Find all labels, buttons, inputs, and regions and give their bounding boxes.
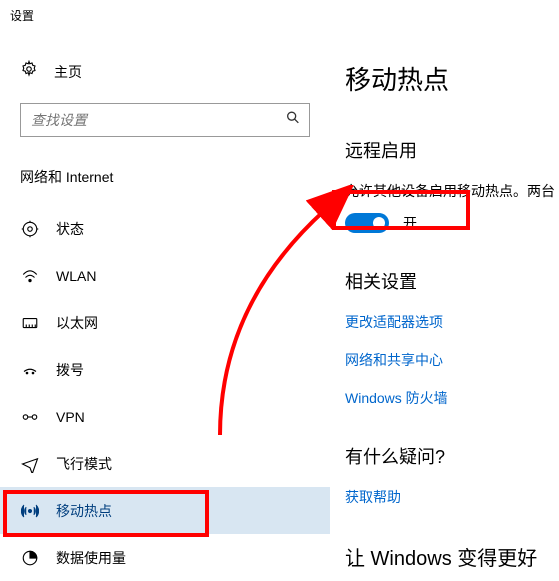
- nav-wlan[interactable]: WLAN: [0, 252, 330, 299]
- nav-label: 拨号: [56, 360, 84, 380]
- search-input[interactable]: [21, 104, 275, 136]
- sidebar: 主页 网络和 Internet 状态: [0, 30, 330, 561]
- hotspot-icon: [20, 502, 40, 520]
- remote-enable-header: 远程启用: [345, 137, 559, 163]
- nav-label: 以太网: [56, 313, 98, 333]
- status-icon: [20, 220, 40, 238]
- content-pane: 移动热点 远程启用 允许其他设备启用移动热点。两台 开 相关设置 更改适配器选项…: [330, 30, 559, 561]
- dialup-icon: [20, 361, 40, 379]
- nav-data-usage[interactable]: 数据使用量: [0, 534, 330, 581]
- home-button[interactable]: 主页: [0, 50, 330, 103]
- remote-enable-toggle[interactable]: [345, 213, 389, 233]
- nav-label: VPN: [56, 409, 85, 425]
- window-title: 设置: [10, 7, 34, 24]
- toggle-knob: [373, 217, 385, 229]
- page-title: 移动热点: [345, 60, 559, 97]
- nav-label: 数据使用量: [56, 548, 126, 568]
- nav-label: WLAN: [56, 268, 96, 284]
- nav-dialup[interactable]: 拨号: [0, 346, 330, 393]
- home-label: 主页: [54, 62, 82, 82]
- nav-label: 飞行模式: [56, 454, 112, 474]
- nav-status[interactable]: 状态: [0, 205, 330, 252]
- link-get-help[interactable]: 获取帮助: [345, 487, 559, 507]
- ethernet-icon: [20, 314, 40, 332]
- search-icon: [285, 110, 301, 131]
- nav-label: 移动热点: [56, 501, 112, 521]
- category-header: 网络和 Internet: [0, 167, 330, 205]
- nav-ethernet[interactable]: 以太网: [0, 299, 330, 346]
- wifi-icon: [20, 267, 40, 285]
- link-windows-firewall[interactable]: Windows 防火墙: [345, 388, 559, 408]
- help-header: 有什么疑问?: [345, 443, 559, 469]
- toggle-label: 开: [403, 213, 417, 233]
- nav-airplane[interactable]: 飞行模式: [0, 440, 330, 487]
- vpn-icon: [20, 408, 40, 426]
- search-box[interactable]: [20, 103, 310, 137]
- gear-icon: [20, 60, 38, 83]
- related-settings-header: 相关设置: [345, 268, 559, 294]
- airplane-icon: [20, 455, 40, 473]
- improve-header: 让 Windows 变得更好: [345, 542, 559, 571]
- link-network-sharing[interactable]: 网络和共享中心: [345, 350, 559, 370]
- link-adapter-options[interactable]: 更改适配器选项: [345, 312, 559, 332]
- nav-vpn[interactable]: VPN: [0, 393, 330, 440]
- nav-hotspot[interactable]: 移动热点: [0, 487, 330, 534]
- remote-enable-desc: 允许其他设备启用移动热点。两台: [345, 181, 559, 201]
- data-usage-icon: [20, 549, 40, 567]
- nav-label: 状态: [56, 219, 84, 239]
- window-titlebar: 设置: [0, 0, 559, 30]
